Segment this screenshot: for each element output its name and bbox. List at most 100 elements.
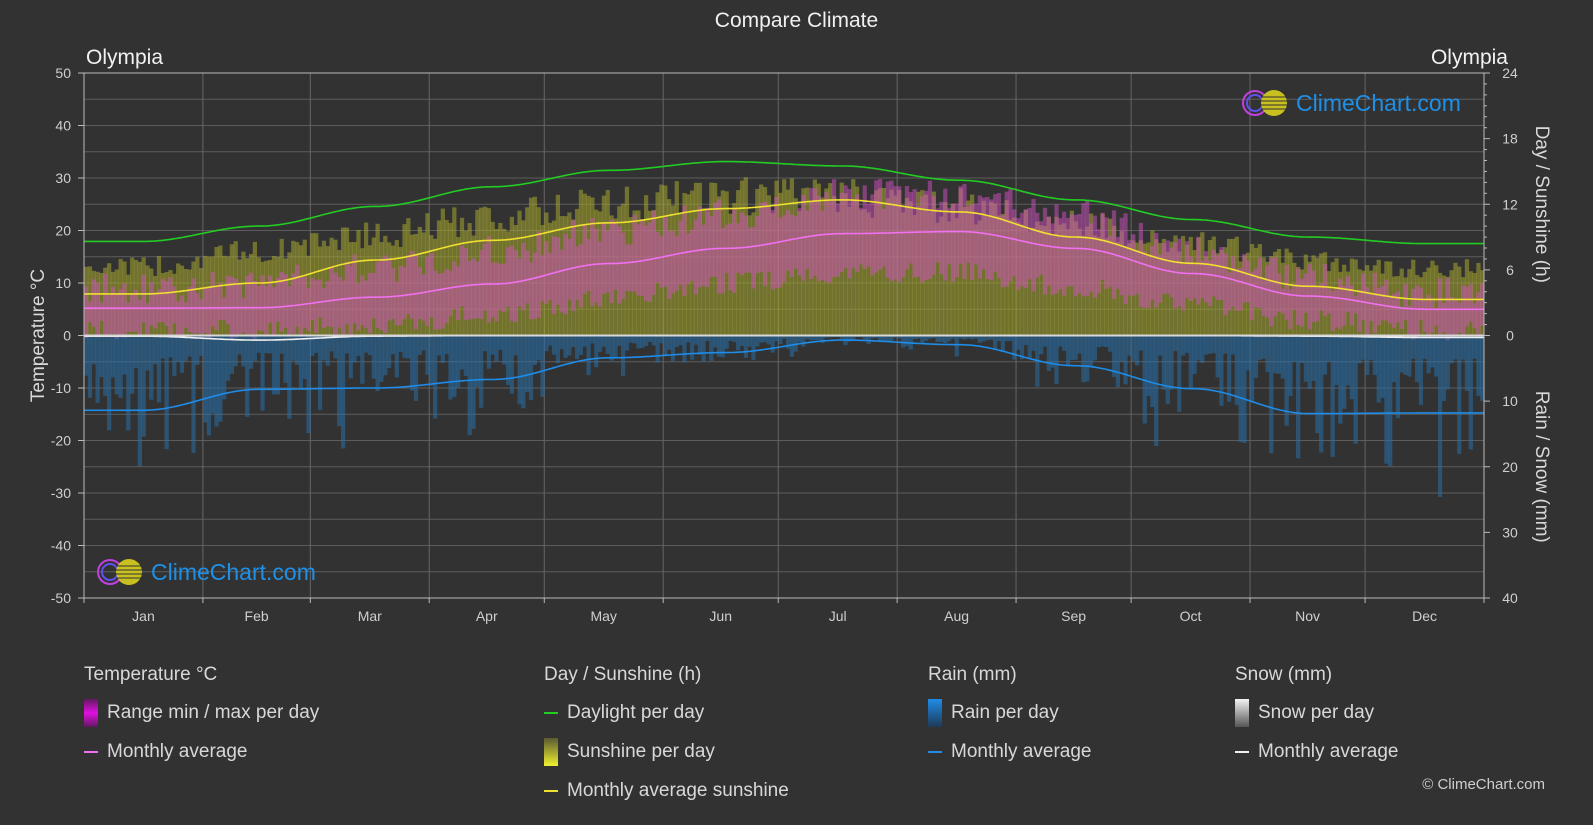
rain-bar [693,335,699,345]
rain-bar [325,335,330,366]
rain-bar [1319,335,1324,453]
x-tick-label: Nov [1295,608,1320,624]
rain-bar [479,335,484,408]
temp-range-bar [1165,240,1170,294]
rain-bar [107,335,112,431]
temp-range-bar [751,227,756,289]
temp-range-bar [344,261,350,325]
temp-range-bar [1146,254,1151,309]
temp-range-bar [1215,255,1220,300]
temp-range-bar [367,272,373,334]
rain-bar [486,335,491,369]
temp-range-bar [402,267,407,320]
rain-bar [436,335,442,356]
temp-range-bar [410,250,415,319]
temp-range-bar [1069,214,1074,287]
rain-bar [778,335,783,344]
right-bottom-tick-label: 40 [1502,590,1518,606]
rain-bar [759,335,764,343]
temp-range-bar [333,272,338,337]
legend-item-rain-avg: Monthly average [928,741,1091,763]
rain-bar [1138,335,1144,351]
rain-bar [237,335,242,355]
rain-bar [452,335,457,397]
temp-range-bar [874,180,879,273]
temp-range-bar [1357,289,1362,332]
rain-bar [229,335,234,374]
rain-bar [1180,335,1186,356]
daily-bars [84,177,1485,498]
right-bottom-tick-label: 20 [1502,459,1518,475]
temp-range-bar [298,276,304,337]
right-bottom-tick-label: 10 [1502,393,1518,409]
rain-bar [1384,335,1389,464]
temp-range-bar [525,250,530,304]
temp-range-bar [690,229,695,282]
rain-bar [490,335,495,355]
rain-bar [594,335,599,368]
rain-bar [1376,335,1381,403]
temp-range-bar [1407,305,1412,337]
temp-range-bar [601,222,607,294]
temp-range-bar [486,236,491,323]
temp-range-bar [1380,285,1385,321]
temp-range-bar [141,274,146,323]
temp-range-bar [1180,262,1186,311]
rain-bar [1276,335,1282,374]
rain-bar [559,335,564,350]
temp-range-bar [640,219,645,296]
temp-range-bar [613,221,618,290]
temp-range-bar [394,281,399,326]
temp-range-bar [1453,300,1458,338]
rain-bar [670,335,676,362]
rain-bar [91,335,96,365]
temp-range-bar [1434,308,1439,326]
temp-range-bar [1088,223,1094,292]
temp-range-bar [651,210,656,295]
rain-bar [149,335,154,400]
left-tick-label: 0 [63,328,71,344]
rain-bar [1012,335,1017,360]
temp-range-bar [1361,273,1366,321]
rain-bar [1395,335,1401,419]
rain-bar [156,335,162,403]
rain-bar [367,335,373,356]
rain-bar [187,335,192,357]
rain-bar [87,335,93,398]
rain-bar [1227,335,1232,402]
rain-bar [225,335,231,381]
climechart-logo-top[interactable]: ClimeChart.com [1240,88,1461,118]
legend-label: Daylight per day [567,702,705,723]
rain-bar [264,335,269,354]
temp-range-bar [770,210,775,290]
temp-range-bar [843,185,848,269]
rain-bar [751,335,756,360]
climechart-logo-bottom[interactable]: ClimeChart.com [95,557,316,587]
rain-bar [1460,335,1466,360]
temp-range-bar [1150,246,1155,300]
rain-bar [1380,335,1385,398]
temp-range-bar [1345,276,1351,313]
temp-range-bar [824,191,829,283]
temp-range-bar [674,236,679,291]
rain-bar [701,335,706,362]
rain-bar [1092,335,1098,361]
rain-bar [1418,335,1424,405]
temp-range-bar [1000,215,1005,288]
rain-bar [1296,335,1301,459]
temp-range-bar [590,218,595,307]
rain-bar [1027,335,1032,359]
temp-range-bar [459,245,465,307]
left-tick-label: -50 [51,590,71,606]
temp-range-bar [1207,260,1213,306]
temp-range-bar [904,185,910,270]
temp-range-bar [935,208,940,263]
temp-range-bar [594,228,599,303]
rain-bar [1184,335,1190,353]
rain-bar [421,335,426,351]
temp-range-bar [1414,285,1420,338]
rain-bar [1253,335,1259,378]
temp-range-bar [291,273,296,334]
rain-bar [605,335,610,354]
temp-range-bar [1322,264,1328,317]
